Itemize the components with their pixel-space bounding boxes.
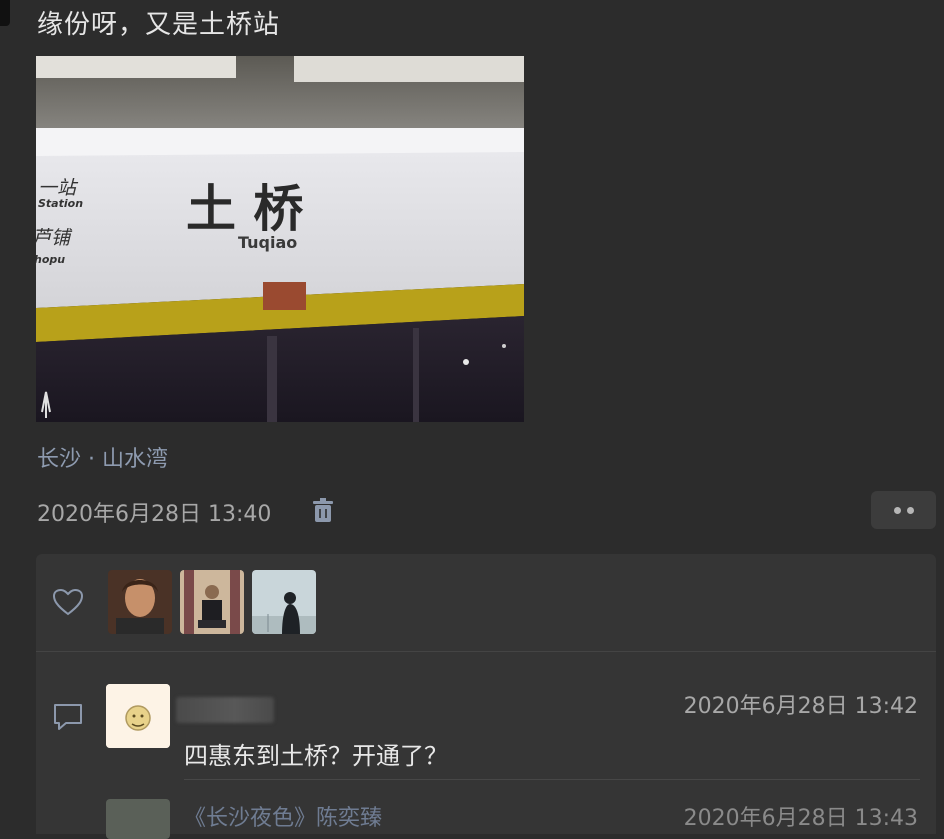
like-avatar-2[interactable] xyxy=(180,570,244,634)
avatar xyxy=(108,570,172,634)
heart-icon[interactable] xyxy=(52,588,84,616)
comment-text: 四惠东到土桥？开通了？ xyxy=(184,742,448,770)
sign-left-text-2: Station xyxy=(38,197,83,210)
avatar xyxy=(106,684,170,748)
comment-avatar[interactable] xyxy=(106,684,170,748)
comment-author-blurred xyxy=(176,697,274,723)
trash-icon[interactable] xyxy=(312,498,334,524)
post-timestamp: 2020年6月28日 13:40 xyxy=(37,502,272,527)
avatar xyxy=(180,570,244,634)
avatar xyxy=(252,570,316,634)
sign-main-text: 土 桥 xyxy=(186,180,303,238)
like-avatar-1[interactable] xyxy=(108,570,172,634)
like-avatar-3[interactable] xyxy=(252,570,316,634)
comment-divider xyxy=(184,779,920,780)
sign-left-text-4: hopu xyxy=(36,253,65,266)
comment-timestamp-2: 2020年6月28日 13:43 xyxy=(683,806,918,831)
station-sign-image: 土 桥 Tuqiao 一站 Station 芦铺 hopu xyxy=(36,56,524,422)
sign-left-text-3: 芦铺 xyxy=(36,227,73,249)
sign-left-text-1: 一站 xyxy=(38,177,79,199)
more-button[interactable] xyxy=(871,491,936,529)
location-link[interactable]: 长沙 · 山水湾 xyxy=(37,441,168,473)
post-photo[interactable]: 土 桥 Tuqiao 一站 Station 芦铺 hopu xyxy=(36,56,524,422)
panel-divider xyxy=(36,651,936,652)
comment-avatar-2[interactable] xyxy=(106,799,170,839)
comment-icon[interactable] xyxy=(52,702,84,732)
post-text: 缘份呀，又是土桥站 xyxy=(37,10,281,40)
more-icon xyxy=(893,506,901,514)
sign-pinyin-text: Tuqiao xyxy=(238,233,297,252)
interactions-panel: 2020年6月28日 13:42 四惠东到土桥？开通了？ 《长沙夜色》陈奕臻 2… xyxy=(36,554,936,839)
comment-timestamp: 2020年6月28日 13:42 xyxy=(683,694,918,719)
comment-text-2: 《长沙夜色》陈奕臻 xyxy=(184,806,383,831)
window-corner xyxy=(0,0,10,26)
